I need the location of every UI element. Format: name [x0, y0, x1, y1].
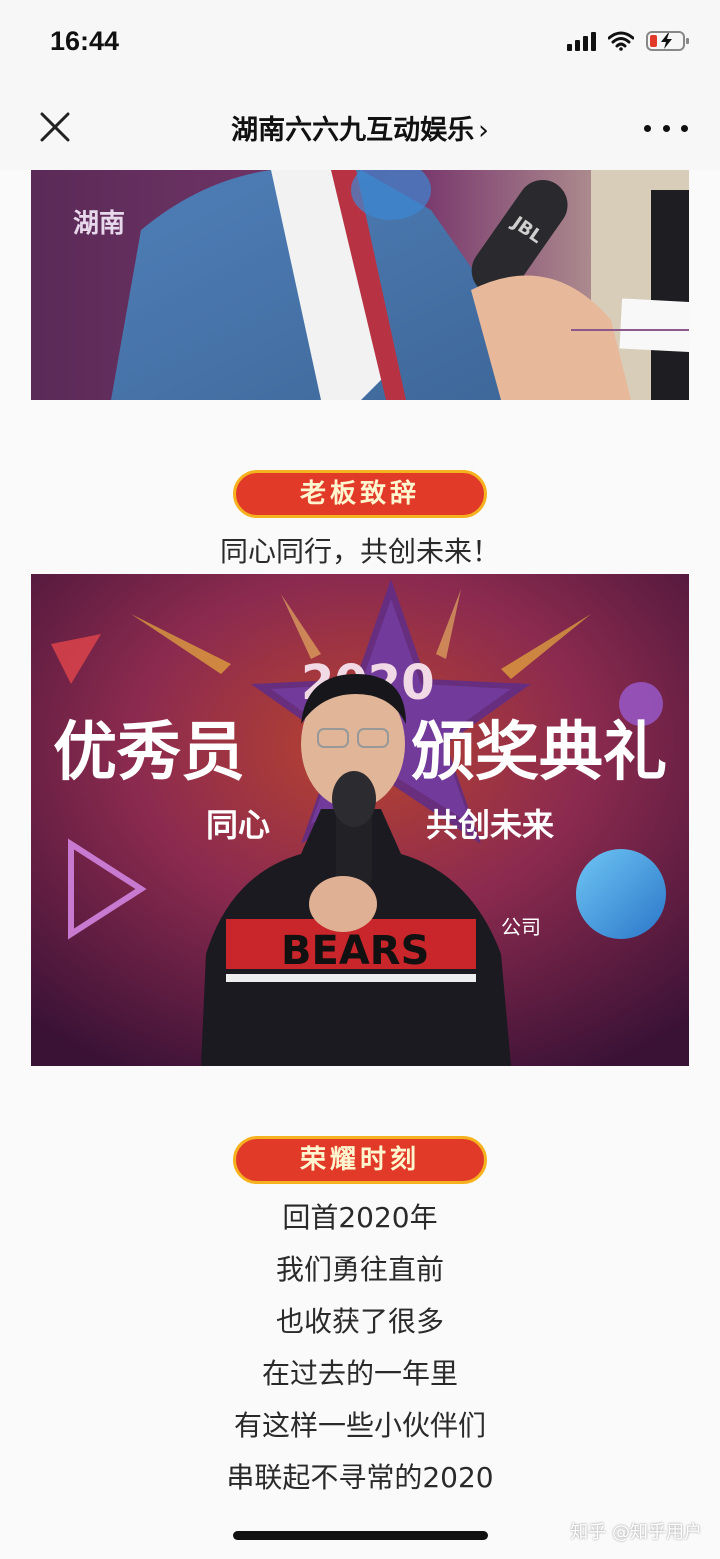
- status-bar: 16:44: [0, 0, 720, 88]
- section2-line: 也收获了很多: [275, 1305, 444, 1338]
- account-title-link[interactable]: 湖南六六九互动娱乐 ›: [150, 108, 570, 147]
- photo1-side-text: 湖南: [73, 209, 125, 239]
- chevron-right-icon: ›: [478, 115, 489, 146]
- more-dot-icon: [681, 124, 688, 132]
- battery-charging-icon: [646, 30, 690, 52]
- section-badge-glory-moment: 荣耀时刻: [233, 1136, 487, 1184]
- speech-photo-top[interactable]: 湖南 JBL: [31, 170, 689, 400]
- section2-line: 回首2020年: [282, 1201, 438, 1234]
- close-icon: [40, 112, 70, 142]
- section-badge-boss-speech: 老板致辞: [233, 470, 487, 518]
- more-dot-icon: [662, 124, 670, 132]
- cellular-signal-icon: [567, 31, 596, 51]
- article-content: 湖南 JBL 老板致辞 同心同行，共创未来！ 优秀员 颁奖典礼 同心 共创未来 …: [0, 170, 720, 1559]
- banner-title-left: 优秀员: [53, 716, 245, 790]
- wifi-icon: [608, 31, 634, 51]
- status-time: 16:44: [50, 26, 120, 56]
- status-icons: [567, 30, 690, 52]
- jacket-text: BEARS: [281, 928, 429, 974]
- banner-company-tail: 公司: [501, 915, 541, 939]
- close-button[interactable]: [36, 108, 76, 148]
- section2-line: 有这样一些小伙伴们: [233, 1409, 486, 1442]
- banner-subtitle-right: 共创未来: [426, 806, 554, 844]
- account-title: 湖南六六九互动娱乐: [231, 115, 475, 146]
- more-options-button[interactable]: [644, 116, 688, 140]
- section2-line: 我们勇往直前: [275, 1253, 444, 1286]
- speech-photo-image: 湖南 JBL: [31, 170, 689, 400]
- watermark: 知乎 @知乎用户: [570, 1522, 702, 1543]
- award-ceremony-photo[interactable]: 2020 优秀员 颁奖典礼 同心 共创未来 公司 BEARS: [31, 574, 689, 1066]
- section2-line: 串联起不寻常的2020: [226, 1461, 494, 1494]
- section2-line: 在过去的一年里: [261, 1357, 458, 1390]
- nav-bar: 湖南六六九互动娱乐 ›: [0, 88, 720, 171]
- banner-subtitle-left: 同心: [206, 806, 270, 844]
- banner-title-right: 颁奖典礼: [411, 716, 667, 790]
- section1-caption: 同心同行，共创未来！: [219, 535, 500, 568]
- home-indicator[interactable]: [233, 1531, 488, 1540]
- award-ceremony-image: 2020 优秀员 颁奖典礼 同心 共创未来 公司 BEARS: [31, 574, 689, 1066]
- more-dot-icon: [644, 124, 651, 132]
